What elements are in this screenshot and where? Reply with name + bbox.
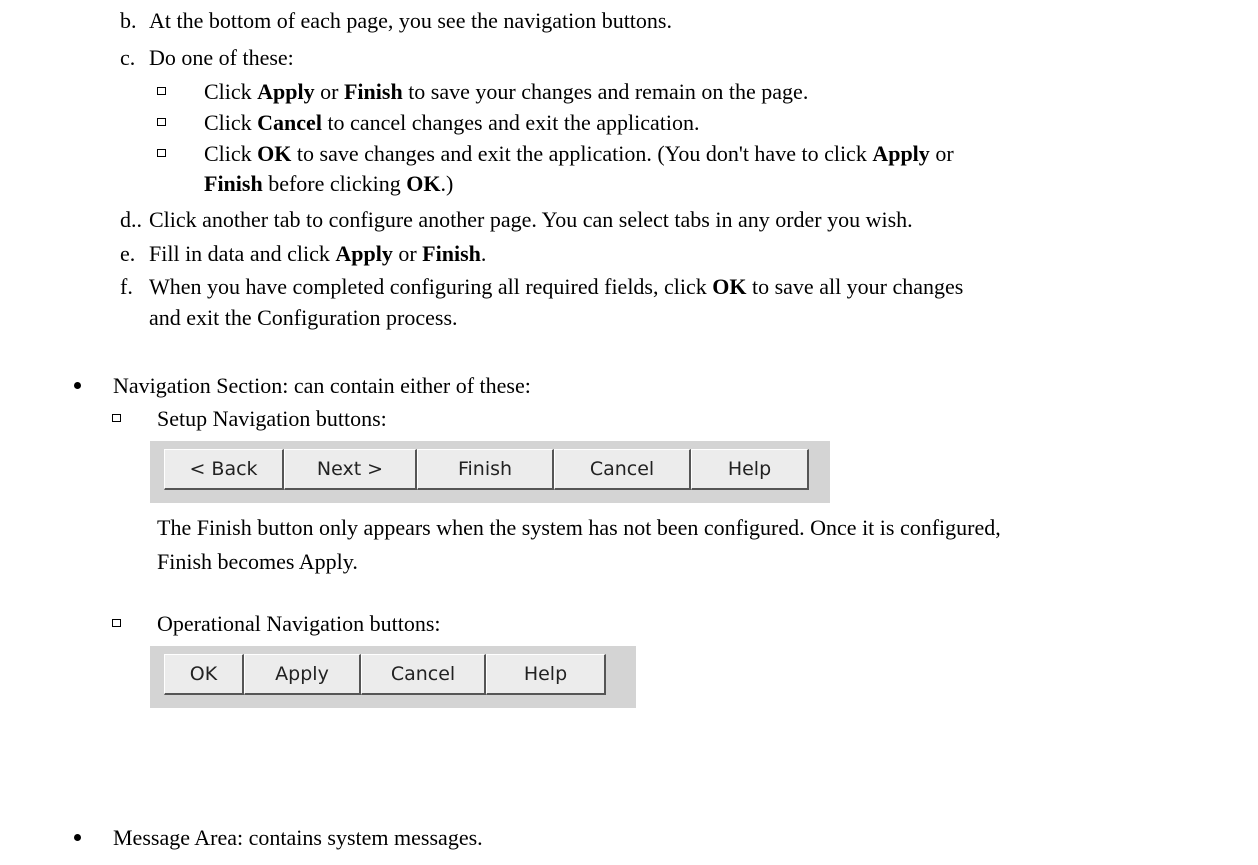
- finish-button[interactable]: Finish: [417, 449, 554, 490]
- next-button[interactable]: Next >: [284, 449, 417, 490]
- help-button[interactable]: Help: [486, 654, 606, 695]
- step-c-option-ok: Click OK to save changes and exit the ap…: [204, 141, 954, 166]
- step-c-text: Do one of these:: [149, 45, 294, 70]
- step-c-label: c.: [120, 45, 136, 70]
- step-b-label: b.: [120, 8, 137, 33]
- step-d-text: Click another tab to configure another p…: [149, 207, 913, 232]
- setup-note-line1: The Finish button only appears when the …: [157, 515, 1001, 540]
- cancel-button[interactable]: Cancel: [361, 654, 486, 695]
- round-bullet-icon: [74, 834, 81, 841]
- step-c-option-cancel: Click Cancel to cancel changes and exit …: [204, 110, 700, 135]
- step-d-label: d..: [120, 207, 142, 232]
- square-bullet-icon: [157, 149, 166, 157]
- square-bullet-icon: [157, 118, 166, 126]
- setup-button-bar: < Back Next > Finish Cancel Help: [150, 441, 830, 503]
- step-b-text: At the bottom of each page, you see the …: [149, 8, 672, 33]
- apply-button[interactable]: Apply: [244, 654, 361, 695]
- step-c-option-apply: Click Apply or Finish to save your chang…: [204, 79, 809, 104]
- operational-navigation-title: Operational Navigation buttons:: [157, 611, 441, 636]
- navigation-section-intro: Navigation Section: can contain either o…: [113, 373, 531, 398]
- step-f-text-continued: and exit the Configuration process.: [149, 305, 458, 330]
- square-bullet-icon: [157, 87, 166, 95]
- help-button[interactable]: Help: [691, 449, 809, 490]
- round-bullet-icon: [74, 382, 81, 389]
- step-e-text: Fill in data and click Apply or Finish.: [149, 241, 487, 266]
- setup-navigation-title: Setup Navigation buttons:: [157, 406, 387, 431]
- step-f-label: f.: [120, 274, 133, 299]
- setup-note-line2: Finish becomes Apply.: [157, 549, 358, 574]
- step-f-text: When you have completed configuring all …: [149, 274, 964, 299]
- ok-button[interactable]: OK: [164, 654, 244, 695]
- back-button[interactable]: < Back: [164, 449, 284, 490]
- step-c-option-ok-continued: Finish before clicking OK.): [204, 171, 454, 196]
- operational-button-bar: OK Apply Cancel Help: [150, 646, 636, 708]
- message-area-text: Message Area: contains system messages.: [113, 825, 483, 850]
- square-bullet-icon: [112, 619, 121, 627]
- cancel-button[interactable]: Cancel: [554, 449, 691, 490]
- square-bullet-icon: [112, 414, 121, 422]
- step-e-label: e.: [120, 241, 136, 266]
